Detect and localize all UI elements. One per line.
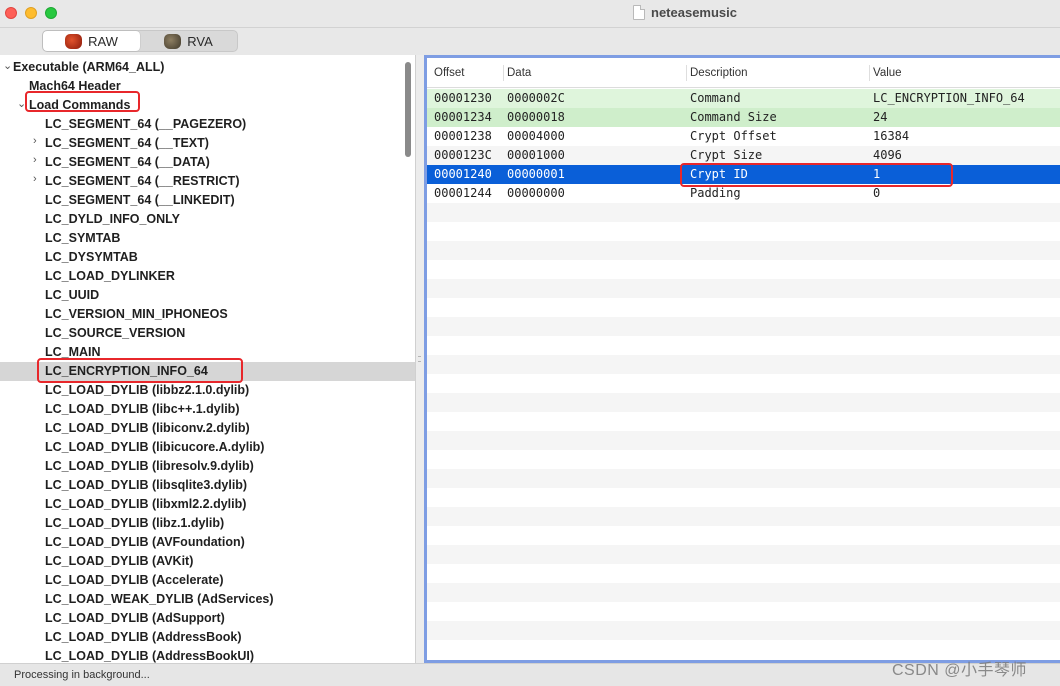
tree-item-lc-segment-text[interactable]: › LC_SEGMENT_64 (__TEXT) xyxy=(0,134,415,153)
mode-segmented-control: RAW RVA xyxy=(42,30,238,52)
raw-app-icon xyxy=(65,33,83,49)
column-header-value[interactable]: Value xyxy=(873,67,902,79)
zoom-window-button[interactable] xyxy=(45,7,57,19)
tree-item-lc-load-weak-dylib-adservices[interactable]: LC_LOAD_WEAK_DYLIB (AdServices) xyxy=(0,590,415,609)
tree-item-lc-load-dylib-libresolv[interactable]: LC_LOAD_DYLIB (libresolv.9.dylib) xyxy=(0,457,415,476)
divider-grip-icon xyxy=(418,356,421,362)
rva-mode-button[interactable]: RVA xyxy=(140,31,237,51)
empty-row xyxy=(427,621,1060,640)
tree-scrollbar-thumb[interactable] xyxy=(405,62,411,157)
empty-row xyxy=(427,393,1060,412)
empty-row xyxy=(427,355,1060,374)
empty-row xyxy=(427,431,1060,450)
disclosure-right-icon[interactable]: › xyxy=(33,135,37,147)
watermark: CSDN @小手琴师 xyxy=(892,662,1028,679)
tree-item-lc-load-dylinker[interactable]: LC_LOAD_DYLINKER xyxy=(0,267,415,286)
rva-app-icon xyxy=(164,33,182,49)
tree-item-lc-load-dylib-avkit[interactable]: LC_LOAD_DYLIB (AVKit) xyxy=(0,552,415,571)
window-title-group: neteasemusic xyxy=(633,5,737,20)
table-row[interactable]: 00001230 0000002C Command LC_ENCRYPTION_… xyxy=(427,89,1060,108)
tree-item-lc-symtab[interactable]: LC_SYMTAB xyxy=(0,229,415,248)
tree-item-lc-load-dylib-libbz2[interactable]: LC_LOAD_DYLIB (libbz2.1.0.dylib) xyxy=(0,381,415,400)
tree-item-lc-load-dylib-libsqlite3[interactable]: LC_LOAD_DYLIB (libsqlite3.dylib) xyxy=(0,476,415,495)
raw-mode-button[interactable]: RAW xyxy=(43,31,140,51)
raw-mode-label: RAW xyxy=(88,33,118,49)
empty-row xyxy=(427,469,1060,488)
title-bar: neteasemusic xyxy=(0,0,1060,28)
column-separator[interactable] xyxy=(686,65,687,81)
tree-item-lc-segment-restrict[interactable]: › LC_SEGMENT_64 (__RESTRICT) xyxy=(0,172,415,191)
tree-item-lc-dysymtab[interactable]: LC_DYSYMTAB xyxy=(0,248,415,267)
disclosure-down-icon[interactable]: ⌄ xyxy=(3,59,12,72)
tree-item-executable[interactable]: ⌄ Executable (ARM64_ALL) xyxy=(0,58,415,77)
empty-row xyxy=(427,583,1060,602)
empty-row xyxy=(427,507,1060,526)
disclosure-right-icon[interactable]: › xyxy=(33,154,37,166)
tree-item-lc-segment-linkedit[interactable]: LC_SEGMENT_64 (__LINKEDIT) xyxy=(0,191,415,210)
toolbar: RAW RVA xyxy=(0,28,1060,55)
close-window-button[interactable] xyxy=(5,7,17,19)
tree-item-lc-version-min-iphoneos[interactable]: LC_VERSION_MIN_IPHONEOS xyxy=(0,305,415,324)
empty-row xyxy=(427,279,1060,298)
tree-item-lc-load-dylib-libiconv[interactable]: LC_LOAD_DYLIB (libiconv.2.dylib) xyxy=(0,419,415,438)
annotation-box-encryption-info xyxy=(37,358,243,383)
tree-item-lc-load-dylib-libxml2[interactable]: LC_LOAD_DYLIB (libxml2.2.dylib) xyxy=(0,495,415,514)
status-text: Processing in background... xyxy=(14,669,150,681)
tree-item-lc-load-dylib-addressbook[interactable]: LC_LOAD_DYLIB (AddressBook) xyxy=(0,628,415,647)
disclosure-right-icon[interactable]: › xyxy=(33,173,37,185)
tree-item-lc-segment-pagezero[interactable]: LC_SEGMENT_64 (__PAGEZERO) xyxy=(0,115,415,134)
empty-row xyxy=(427,203,1060,222)
column-header-offset[interactable]: Offset xyxy=(434,67,464,79)
tree-item-lc-load-dylib-libicucore[interactable]: LC_LOAD_DYLIB (libicucore.A.dylib) xyxy=(0,438,415,457)
annotation-box-load-commands xyxy=(25,91,140,112)
tree-item-lc-dyld-info-only[interactable]: LC_DYLD_INFO_ONLY xyxy=(0,210,415,229)
tree-item-lc-uuid[interactable]: LC_UUID xyxy=(0,286,415,305)
rva-mode-label: RVA xyxy=(187,33,213,49)
column-separator[interactable] xyxy=(869,65,870,81)
empty-row xyxy=(427,317,1060,336)
tree-item-lc-load-dylib-libcxx[interactable]: LC_LOAD_DYLIB (libc++.1.dylib) xyxy=(0,400,415,419)
table-row[interactable]: 00001238 00004000 Crypt Offset 16384 xyxy=(427,127,1060,146)
tree-item-lc-segment-data[interactable]: › LC_SEGMENT_64 (__DATA) xyxy=(0,153,415,172)
tree-item-lc-load-dylib-accelerate[interactable]: LC_LOAD_DYLIB (Accelerate) xyxy=(0,571,415,590)
annotation-box-crypt-id xyxy=(680,163,953,187)
window-title: neteasemusic xyxy=(651,5,737,20)
tree-item-lc-load-dylib-libz[interactable]: LC_LOAD_DYLIB (libz.1.dylib) xyxy=(0,514,415,533)
tree-item-lc-load-dylib-addressbookui[interactable]: LC_LOAD_DYLIB (AddressBookUI) xyxy=(0,647,415,663)
column-separator[interactable] xyxy=(503,65,504,81)
column-header-description[interactable]: Description xyxy=(690,67,748,79)
tree-item-lc-load-dylib-adsupport[interactable]: LC_LOAD_DYLIB (AdSupport) xyxy=(0,609,415,628)
tree-item-lc-source-version[interactable]: LC_SOURCE_VERSION xyxy=(0,324,415,343)
table-row[interactable]: 00001234 00000018 Command Size 24 xyxy=(427,108,1060,127)
table-header: Offset Data Description Value xyxy=(427,58,1060,88)
detail-table-pane: Offset Data Description Value 00001230 0… xyxy=(424,55,1060,663)
empty-row xyxy=(427,241,1060,260)
column-header-data[interactable]: Data xyxy=(507,67,531,79)
tree-item-lc-load-dylib-avfoundation[interactable]: LC_LOAD_DYLIB (AVFoundation) xyxy=(0,533,415,552)
document-icon xyxy=(633,5,645,20)
empty-row xyxy=(427,545,1060,564)
minimize-window-button[interactable] xyxy=(25,7,37,19)
